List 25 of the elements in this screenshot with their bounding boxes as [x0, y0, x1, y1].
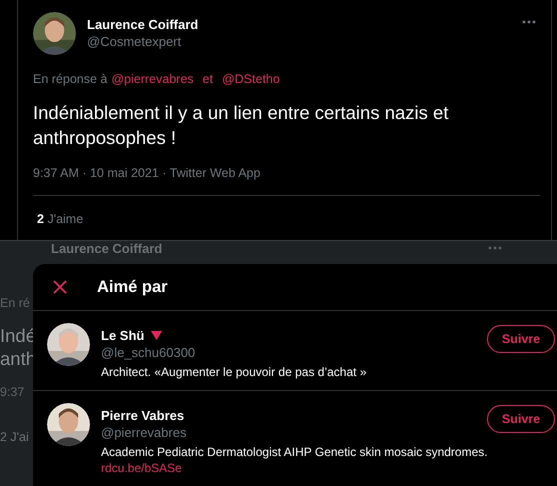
- author-handle[interactable]: @Cosmetexpert: [87, 33, 198, 50]
- mention-link[interactable]: @pierrevabres: [111, 71, 194, 87]
- user-bio: Architect. «Augmenter le pouvoir de pas d’achat »: [101, 364, 368, 380]
- tweet-meta: 9:37: [0, 384, 26, 400]
- likes-link[interactable]: 2 J'aime: [37, 211, 84, 227]
- user-name[interactable]: Le Shü: [101, 327, 144, 344]
- follow-button[interactable]: Suivre: [487, 405, 555, 433]
- more-icon[interactable]: [488, 246, 502, 250]
- author-name: Laurence Coiffard: [51, 241, 162, 256]
- more-icon[interactable]: [522, 20, 536, 24]
- user-handle[interactable]: @le_schu60300: [101, 344, 196, 361]
- tweet-meta: 9:37 AM · 10 mai 2021 · Twitter Web App: [33, 165, 262, 181]
- user-name[interactable]: Pierre Vabres: [101, 407, 184, 424]
- author-name[interactable]: Laurence Coiffard: [87, 16, 198, 33]
- follow-button[interactable]: Suivre: [487, 325, 555, 353]
- close-icon[interactable]: [53, 280, 67, 294]
- user-bio: Academic Pediatric Dermatologist AIHP Genetic skin mosaic syndromes.: [101, 444, 489, 460]
- user-handle[interactable]: @pierrevabres: [101, 424, 186, 441]
- bio-link[interactable]: rdcu.be/bSASe: [101, 460, 182, 476]
- reply-label: En réponse à: [33, 71, 108, 87]
- reply-label: En ré: [0, 295, 31, 311]
- tweet-text: Indéniablement il y a un lien entre certains nazis et anthroposophes !: [33, 101, 450, 150]
- mention-link[interactable]: @DStetho: [222, 71, 280, 87]
- dialog-title: Aimé par: [97, 276, 168, 298]
- reply-joiner: et: [202, 71, 213, 87]
